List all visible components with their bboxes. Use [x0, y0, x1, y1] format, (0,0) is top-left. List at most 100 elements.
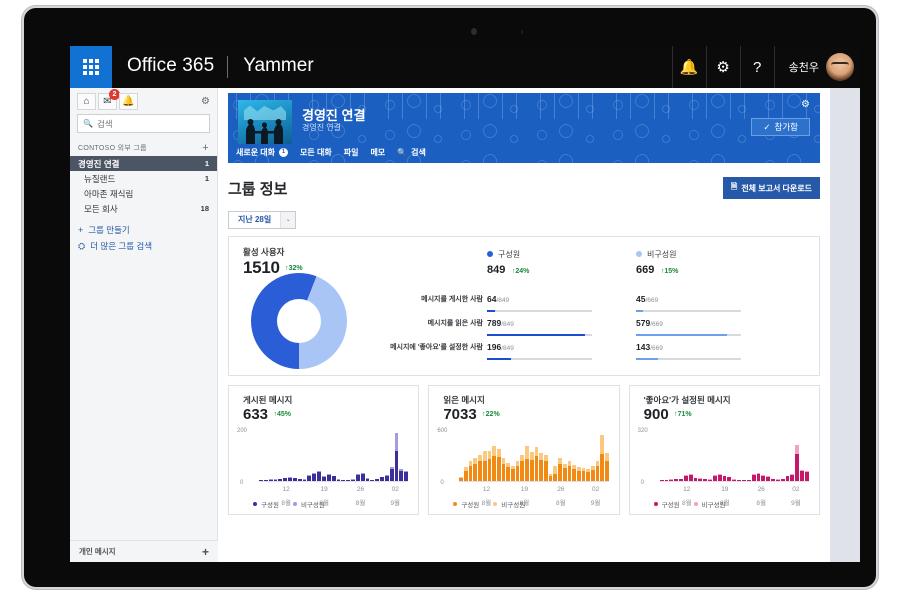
stat-row: 45/669	[636, 289, 741, 313]
left-navigation: ⌂ ✉ 2 🔔 ⚙ 🔍 CONTOSO 외부 그룹 +	[70, 88, 218, 562]
join-status-label: 참가함	[774, 122, 798, 132]
bar	[317, 471, 321, 481]
home-icon[interactable]: ⌂	[77, 92, 96, 110]
bar-series	[459, 432, 609, 482]
bar	[732, 479, 737, 481]
group-label: 아마존 재식림	[84, 188, 134, 199]
search-input[interactable]	[96, 118, 204, 129]
suite-brand-label[interactable]: Office 365	[112, 55, 227, 79]
bar	[780, 478, 785, 481]
bar	[394, 432, 399, 481]
app-launcher-button[interactable]	[70, 46, 112, 88]
tablet-device-frame: Office 365 Yammer 🔔 ⚙ ? 송천우 ⌂ ✉ 2 🔔 ⚙ 🔍 …	[22, 6, 878, 589]
stat-denominator: /849	[501, 320, 514, 328]
suite-app-label[interactable]: Yammer	[228, 55, 327, 79]
add-group-icon[interactable]: +	[202, 142, 209, 153]
sidebar-item-group-0[interactable]: 경영진 연결 1	[70, 156, 217, 171]
bar	[539, 453, 543, 481]
x-tick: 26 8월	[355, 485, 366, 507]
discover-groups-link[interactable]: ⛭ 더 많은 그룹 검색	[70, 238, 217, 254]
legend-label: 비구성원	[647, 249, 677, 259]
help-icon[interactable]: ?	[739, 46, 774, 88]
user-name-label: 송천우	[788, 62, 819, 74]
donut-center-hole	[277, 298, 321, 343]
private-messages-bar[interactable]: 개인 메시지 +	[70, 540, 218, 562]
bell-icon[interactable]: 🔔	[119, 92, 138, 110]
bar	[278, 478, 283, 481]
bar-series	[259, 432, 409, 482]
gear-icon[interactable]: ⚙	[705, 46, 740, 88]
bar	[336, 479, 341, 481]
bar	[515, 460, 520, 481]
bar	[273, 479, 278, 481]
inbox-icon[interactable]: ✉ 2	[98, 88, 120, 110]
tab-search[interactable]: 🔍 검색	[397, 147, 438, 158]
legend-entry: 구성원	[453, 499, 479, 509]
tab-label: 메모	[370, 148, 386, 157]
sidebar-item-group-1[interactable]: 뉴질랜드 1	[70, 171, 217, 186]
bar	[263, 479, 268, 481]
left-nav-gear-icon[interactable]: ⚙	[201, 96, 210, 107]
bar	[562, 463, 567, 481]
check-icon: ✓	[763, 121, 771, 132]
legend-delta: ↑24%	[511, 267, 530, 275]
active-users-donut-chart	[251, 272, 347, 369]
bar	[355, 473, 360, 481]
active-users-title: 활성 사용자	[243, 246, 285, 257]
stat-track	[487, 333, 592, 336]
front-camera-icon	[471, 28, 477, 35]
stat-denominator: /669	[645, 296, 659, 304]
stat-label-posted: 메시지를 게시한 사람	[421, 295, 483, 303]
group-settings-gear-icon[interactable]: ⚙	[801, 99, 810, 110]
join-status-button[interactable]: ✓ 참가함	[751, 118, 810, 136]
stat-columns: 64/849 789/849 196/849 45/669 579/669 14…	[487, 289, 741, 361]
chevron-down-icon: ⌄	[280, 211, 296, 228]
date-range-select[interactable]: 지난 28일 ⌄	[228, 210, 297, 229]
bar	[534, 447, 539, 481]
bar	[605, 453, 609, 481]
active-users-card: 활성 사용자 1510 ↑32% 구성원 849 ↑24% 비구성원 669 ↑…	[228, 235, 820, 376]
app-body: ⌂ ✉ 2 🔔 ⚙ 🔍 CONTOSO 외부 그룹 +	[70, 88, 860, 562]
page-header: 그룹 정보 🗎 전체 보고서 다운로드	[228, 177, 820, 199]
avatar[interactable]	[826, 53, 854, 81]
search-box[interactable]: 🔍	[77, 114, 210, 133]
bar	[712, 475, 717, 481]
stat-row: 196/849	[487, 337, 592, 361]
group-tabs: 새로운 대화 1 모든 대화 파일 메모 🔍 검색	[236, 147, 438, 158]
date-range-value: 지난 28일	[238, 215, 272, 224]
bar	[771, 479, 775, 481]
tab-files[interactable]: 파일	[344, 147, 371, 158]
notifications-icon[interactable]: 🔔	[671, 46, 706, 88]
bar	[341, 479, 346, 481]
liked-messages-title: '좋아요'가 설정된 메시지	[643, 394, 731, 405]
bar	[703, 479, 708, 481]
bar	[722, 475, 727, 481]
stat-denominator: /669	[650, 344, 663, 352]
tab-new-conversations[interactable]: 새로운 대화 1	[236, 147, 300, 158]
sidebar-item-group-2[interactable]: 아마존 재식림	[70, 186, 217, 201]
read-messages-plot: 600 0	[437, 428, 610, 486]
bar	[506, 463, 511, 481]
stat-denominator: /849	[496, 296, 510, 304]
tab-notes[interactable]: 메모	[370, 147, 397, 158]
stat-denominator: /669	[650, 320, 663, 328]
group-section-label: CONTOSO 외부 그룹	[78, 145, 147, 152]
bar	[268, 479, 273, 481]
stat-track	[487, 309, 592, 312]
user-menu[interactable]: 송천우	[773, 46, 860, 88]
x-tick: 02 9월	[590, 485, 601, 507]
legend-member-name-row: 구성원	[487, 249, 592, 260]
tab-all-conversations[interactable]: 모든 대화	[300, 147, 344, 158]
mini-charts-row: 게시된 메시지 633 ↑45% 200 0 12 8월 19 8월 26 8월…	[228, 384, 820, 515]
bar	[674, 478, 679, 481]
new-private-message-icon[interactable]: +	[202, 545, 209, 559]
bar	[351, 479, 355, 481]
sensor-icon	[521, 30, 523, 34]
sidebar-item-group-3[interactable]: 모든 회사 18	[70, 201, 217, 216]
create-group-link[interactable]: + 그룹 만들기	[70, 222, 217, 238]
bar	[346, 479, 351, 481]
bar	[756, 473, 761, 481]
download-report-button[interactable]: 🗎 전체 보고서 다운로드	[722, 177, 820, 199]
bar	[321, 476, 326, 481]
groups-icon: ⛭	[78, 240, 86, 251]
